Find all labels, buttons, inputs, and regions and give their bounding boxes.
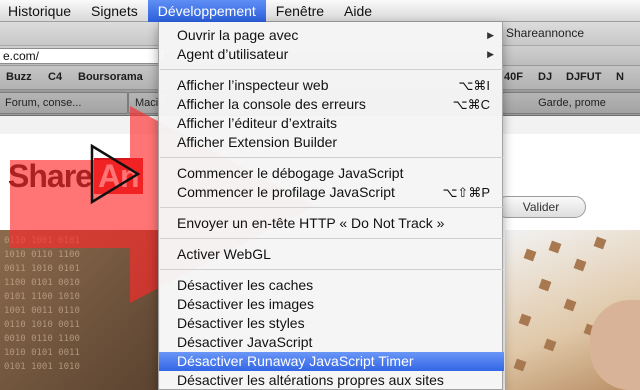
menu-item-label: Désactiver les styles bbox=[177, 315, 305, 331]
submenu-arrow-icon: ▶ bbox=[487, 30, 494, 40]
menu-item-shortcut: ⌥⌘C bbox=[452, 97, 490, 112]
menu-fenetre[interactable]: Fenêtre bbox=[266, 0, 334, 22]
menu-item-label: Désactiver les altérations propres aux s… bbox=[177, 372, 444, 388]
menu-item-label: Désactiver Runaway JavaScript Timer bbox=[177, 353, 414, 369]
window-title: Shareannonce bbox=[506, 26, 585, 40]
menu-item-desactiver-javascript[interactable]: Désactiver JavaScript bbox=[159, 333, 504, 352]
menu-item-label: Afficher la console des erreurs bbox=[177, 96, 366, 112]
menu-item-desactiver-styles[interactable]: Désactiver les styles bbox=[159, 314, 504, 333]
bookmark-dj[interactable]: DJ bbox=[538, 71, 552, 83]
menu-item-label: Désactiver les caches bbox=[177, 277, 314, 293]
menu-item-profilage-javascript[interactable]: Commencer le profilage JavaScript ⌥⇧⌘P bbox=[159, 183, 504, 202]
menu-item-desactiver-caches[interactable]: Désactiver les caches bbox=[159, 276, 504, 295]
menu-item-label: Ouvrir la page avec bbox=[177, 27, 299, 43]
bookmark-40f[interactable]: 40F bbox=[504, 71, 523, 83]
menu-item-inspecteur-web[interactable]: Afficher l’inspecteur web ⌥⌘I bbox=[159, 76, 504, 95]
logo-text-an: An bbox=[93, 158, 143, 194]
menu-separator bbox=[160, 238, 503, 239]
validate-button[interactable]: Valider bbox=[496, 196, 586, 218]
menu-item-label: Activer WebGL bbox=[177, 246, 271, 262]
menu-separator bbox=[160, 269, 503, 270]
menu-item-extension-builder[interactable]: Afficher Extension Builder bbox=[159, 133, 504, 152]
developpement-menu: Ouvrir la page avec ▶ Agent d’utilisateu… bbox=[158, 22, 504, 390]
cube bbox=[548, 240, 562, 254]
bookmark-buzz[interactable]: Buzz bbox=[6, 71, 32, 83]
menu-signets[interactable]: Signets bbox=[81, 0, 148, 22]
menu-item-label: Désactiver JavaScript bbox=[177, 334, 313, 350]
cube bbox=[573, 258, 587, 272]
logo-text-share: Share bbox=[8, 158, 93, 194]
menu-item-label: Agent d’utilisateur bbox=[177, 46, 289, 62]
binary-banner-image: 0110 1001 0101 1010 0110 1100 0011 1010 … bbox=[0, 230, 160, 390]
menu-item-shortcut: ⌥⇧⌘P bbox=[442, 185, 490, 200]
menu-item-label: Envoyer un en-tête HTTP « Do Not Track » bbox=[177, 215, 445, 231]
menu-item-label: Afficher l’inspecteur web bbox=[177, 77, 329, 93]
menu-historique[interactable]: Historique bbox=[0, 0, 81, 22]
menu-item-desactiver-runaway-timer[interactable]: Désactiver Runaway JavaScript Timer bbox=[159, 352, 504, 371]
menu-item-shortcut: ⌥⌘I bbox=[458, 78, 490, 93]
menu-item-do-not-track[interactable]: Envoyer un en-tête HTTP « Do Not Track » bbox=[159, 214, 504, 233]
tab-forum[interactable]: Forum, conse... bbox=[0, 92, 128, 114]
menu-item-debogage-javascript[interactable]: Commencer le débogage JavaScript bbox=[159, 164, 504, 183]
cube bbox=[563, 298, 577, 312]
cube bbox=[543, 338, 557, 352]
menu-separator bbox=[160, 69, 503, 70]
menu-item-ouvrir-page-avec[interactable]: Ouvrir la page avec ▶ bbox=[159, 26, 504, 45]
address-field[interactable]: e.com/ bbox=[0, 48, 166, 64]
cube bbox=[518, 313, 532, 327]
face-image bbox=[590, 300, 640, 390]
menu-item-activer-webgl[interactable]: Activer WebGL bbox=[159, 245, 504, 264]
menu-item-desactiver-images[interactable]: Désactiver les images bbox=[159, 295, 504, 314]
bookmark-boursorama[interactable]: Boursorama bbox=[78, 71, 143, 83]
menu-separator bbox=[160, 157, 503, 158]
menu-item-desactiver-alterations-sites[interactable]: Désactiver les altérations propres aux s… bbox=[159, 371, 504, 390]
menu-aide[interactable]: Aide bbox=[334, 0, 382, 22]
menu-item-label: Désactiver les images bbox=[177, 296, 314, 312]
menu-item-console-erreurs[interactable]: Afficher la console des erreurs ⌥⌘C bbox=[159, 95, 504, 114]
cubes-banner-image bbox=[505, 230, 640, 390]
menu-item-label: Commencer le débogage JavaScript bbox=[177, 165, 404, 181]
menu-item-label: Afficher Extension Builder bbox=[177, 134, 338, 150]
cube bbox=[593, 236, 607, 250]
menu-item-editeur-extraits[interactable]: Afficher l’éditeur d’extraits bbox=[159, 114, 504, 133]
site-logo[interactable]: Share An bbox=[8, 158, 143, 195]
menu-item-label: Afficher l’éditeur d’extraits bbox=[177, 115, 338, 131]
menu-developpement[interactable]: Développement bbox=[147, 0, 266, 22]
submenu-arrow-icon: ▶ bbox=[487, 49, 494, 59]
bookmark-c4[interactable]: C4 bbox=[48, 71, 62, 83]
cube bbox=[523, 248, 537, 262]
menu-item-agent-utilisateur[interactable]: Agent d’utilisateur ▶ bbox=[159, 45, 504, 64]
tab-garde[interactable]: Garde, prome bbox=[502, 92, 640, 114]
binary-digits: 0110 1001 0101 1010 0110 1100 0011 1010 … bbox=[4, 236, 80, 372]
cube bbox=[513, 358, 527, 372]
cube bbox=[538, 278, 552, 292]
bookmark-djfut[interactable]: DJFUT bbox=[566, 71, 601, 83]
menu-separator bbox=[160, 207, 503, 208]
bookmark-n[interactable]: N bbox=[616, 71, 624, 83]
menu-item-label: Commencer le profilage JavaScript bbox=[177, 184, 395, 200]
menu-bar: Historique Signets Développement Fenêtre… bbox=[0, 0, 640, 22]
